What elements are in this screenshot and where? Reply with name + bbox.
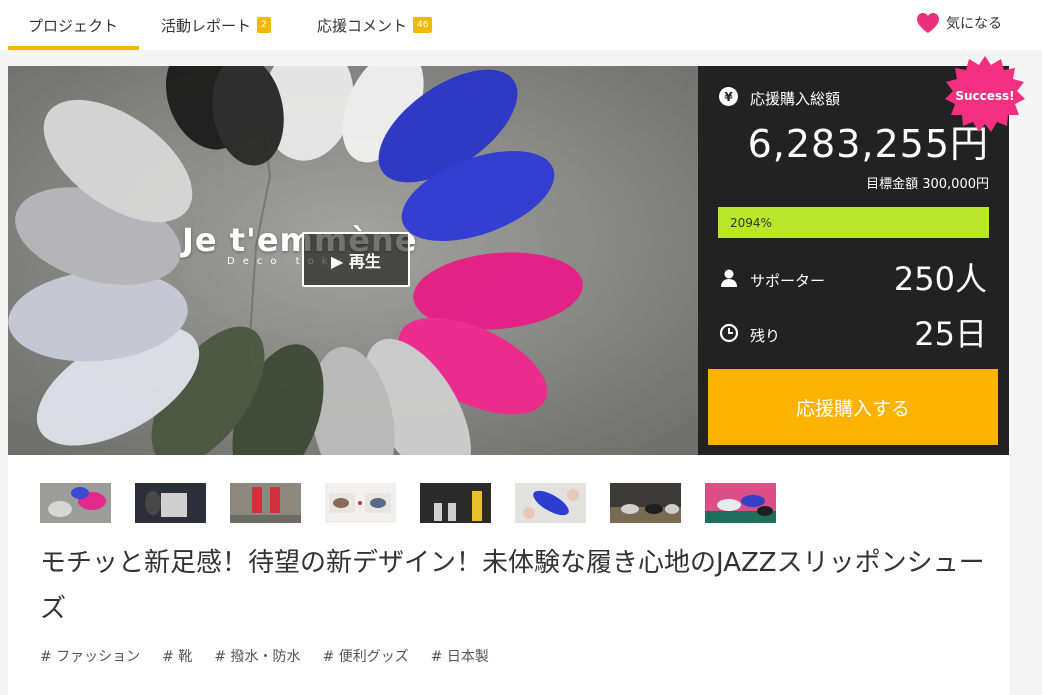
thumbnail-image [705,483,776,523]
goal-amount: 目標金額 300,000円 [866,177,989,192]
supporters-value: 250人 [893,260,987,298]
tab-label: 活動レポート [161,16,252,35]
support-purchase-button[interactable]: 応援購入する [708,369,998,445]
play-button[interactable]: ▶ 再生 [302,232,410,287]
success-badge: Success! [955,89,1015,103]
tab-support-comments[interactable]: 応援コメント 46 [317,0,433,50]
tag-link[interactable]: # 靴 [162,646,192,666]
thumbnail-image [515,483,586,523]
tag-link[interactable]: # 便利グッズ [323,646,409,666]
thumbnail-8[interactable] [705,483,776,523]
tag-link[interactable]: # ファッション [40,646,140,666]
thumbnail-6[interactable] [515,483,586,523]
tab-project[interactable]: プロジェクト [28,0,118,50]
tab-label: 応援コメント [317,16,408,35]
progress-label: 2094% [730,215,772,230]
thumbnail-3[interactable] [230,483,301,523]
top-navigation: プロジェクト 活動レポート 2 応援コメント 46 気になる [0,0,1042,50]
thumbnail-image [325,483,396,523]
heart-icon [917,13,939,33]
person-icon [721,269,737,287]
tab-activity-report[interactable]: 活動レポート 2 [161,0,271,50]
thumbnail-7[interactable] [610,483,681,523]
tag-link[interactable]: # 撥水・防水 [214,646,300,666]
thumbnail-5[interactable] [420,483,491,523]
thumbnail-2[interactable] [135,483,206,523]
total-label: 応援購入総額 [750,90,841,108]
remaining-value: 25日 [914,315,987,353]
active-tab-indicator [8,46,139,50]
favorite-label: 気になる [946,16,1002,32]
supporters-label: サポーター [750,272,826,290]
thumbnail-image [40,483,111,523]
tag-list: # ファッション # 靴 # 撥水・防水 # 便利グッズ # 日本製 [40,646,511,666]
remaining-label: 残り [750,327,781,345]
thumbnail-4[interactable] [325,483,396,523]
favorite-button[interactable]: 気になる [916,10,1002,36]
thumbnail-image [135,483,206,523]
progress-bar: 2094% [718,207,989,238]
count-badge: 46 [413,17,433,33]
clock-icon [719,323,739,343]
tag-link[interactable]: # 日本製 [431,646,489,666]
tab-label: プロジェクト [28,16,119,35]
count-badge: 2 [257,17,271,33]
thumbnail-image [420,483,491,523]
project-title: モチッと新足感！待望の新デザイン！未体験な履き心地のJAZZスリッポンシューズ [40,548,985,624]
thumbnail-image [610,483,681,523]
thumbnail-image [230,483,301,523]
yen-icon: ¥ [719,87,738,106]
hero-video[interactable]: Je t'emmène Deco tokyo ▶ 再生 [8,66,698,455]
thumbnail-1[interactable] [40,483,111,523]
